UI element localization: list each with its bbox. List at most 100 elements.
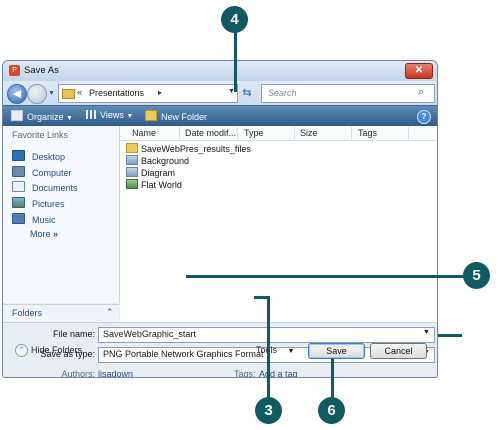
desktop-icon — [12, 150, 25, 161]
list-item[interactable]: Background — [126, 155, 189, 166]
column-header-row: Name Date modif... Type Size Tags — [120, 126, 437, 141]
more-label: More — [30, 229, 51, 239]
callout-3: 3 — [255, 397, 282, 424]
file-name-label: File name: — [52, 329, 95, 339]
column-date-modified[interactable]: Date modif... — [185, 128, 236, 138]
sidebar-item-desktop[interactable]: Desktop — [12, 150, 65, 162]
views-label: Views — [100, 110, 124, 120]
folders-toggle[interactable]: Folders ⌃ — [3, 304, 119, 323]
column-divider[interactable] — [237, 127, 238, 139]
chevron-up-icon[interactable]: ⌃ — [15, 344, 28, 357]
sidebar-item-computer[interactable]: Computer — [12, 166, 72, 178]
more-links[interactable]: More » — [30, 229, 58, 239]
music-icon — [12, 213, 25, 224]
callout-6-line-top — [331, 358, 334, 398]
views-icon — [86, 110, 96, 119]
image-icon — [126, 167, 138, 177]
organize-dropdown-icon: ▼ — [66, 115, 73, 122]
address-bar[interactable]: « Presentations ▸ ▼ — [58, 84, 238, 103]
file-name-value[interactable]: SaveWebGraphic_start — [103, 329, 196, 339]
new-folder-icon — [145, 110, 157, 121]
pictures-icon — [12, 197, 25, 208]
column-divider[interactable] — [351, 127, 352, 139]
organize-menu[interactable]: Organize ▼ — [11, 110, 73, 122]
column-tags[interactable]: Tags — [358, 128, 377, 138]
list-item[interactable]: Flat World — [126, 179, 182, 190]
file-name: Background — [141, 156, 190, 166]
file-name-dropdown-icon[interactable]: ▼ — [423, 329, 430, 336]
tools-dropdown-icon: ▼ — [287, 348, 295, 355]
command-bar: Organize ▼ Views ▼ New Folder ? — [3, 105, 437, 127]
breadcrumb-arrow-icon[interactable]: ▸ — [158, 88, 162, 97]
sidebar-item-label: Music — [32, 215, 56, 225]
authors-label: Authors: — [61, 369, 95, 378]
computer-icon — [12, 166, 25, 177]
navigation-bar: ◀ ▼ « Presentations ▸ ▼ ⇆ Search ⌕ — [3, 81, 437, 105]
column-type[interactable]: Type — [244, 128, 264, 138]
chevron-up-icon: ⌃ — [106, 307, 114, 317]
help-icon[interactable]: ? — [417, 110, 431, 124]
callout-5-line-top — [186, 275, 464, 278]
list-item[interactable]: SaveWebPres_results_files — [126, 143, 251, 154]
sidebar-item-label: Pictures — [32, 199, 65, 209]
sidebar-item-label: Documents — [32, 183, 78, 193]
file-name: SaveWebPres_results_files — [141, 144, 251, 154]
close-button[interactable]: ✕ — [405, 63, 433, 79]
sidebar-item-label: Desktop — [32, 152, 66, 162]
column-divider[interactable] — [294, 127, 295, 139]
address-chevron[interactable]: « — [77, 87, 82, 97]
folders-label: Folders — [12, 308, 43, 318]
refresh-icon[interactable]: ⇆ — [238, 85, 256, 101]
column-size[interactable]: Size — [300, 128, 318, 138]
title-bar: P Save As ✕ — [3, 61, 437, 81]
sidebar-item-documents[interactable]: Documents — [12, 181, 78, 193]
tags-label: Tags: — [234, 369, 256, 378]
search-input[interactable]: Search ⌕ — [261, 84, 435, 103]
sidebar-item-music[interactable]: Music — [12, 213, 56, 225]
callout-3-line-h-top — [254, 296, 269, 299]
forward-button[interactable] — [27, 84, 47, 104]
documents-icon — [12, 181, 25, 192]
callout-4: 4 — [221, 6, 248, 33]
recent-pages-dropdown-icon[interactable]: ▼ — [48, 90, 55, 97]
callout-4-line-top — [234, 33, 237, 92]
search-icon[interactable]: ⌕ — [418, 86, 424, 99]
address-breadcrumb[interactable]: Presentations — [89, 88, 144, 98]
save-type-value[interactable]: PNG Portable Network Graphics Format — [103, 349, 264, 359]
callout-3-line-top — [267, 296, 270, 398]
powerpoint-icon: P — [9, 65, 20, 76]
organize-icon — [11, 110, 23, 121]
save-as-dialog: P Save As ✕ ◀ ▼ « Presentations ▸ ▼ ⇆ Se… — [2, 60, 438, 378]
column-divider[interactable] — [408, 127, 409, 139]
image-icon — [126, 155, 138, 165]
window-title: Save As — [24, 65, 59, 76]
callout-6: 6 — [318, 397, 345, 424]
column-divider[interactable] — [179, 127, 180, 139]
favorite-links-heading: Favorite Links — [12, 130, 69, 140]
tools-menu[interactable]: Tools ▼ — [256, 345, 294, 355]
search-placeholder: Search — [268, 88, 297, 98]
organize-label: Organize — [27, 112, 64, 122]
more-chevron-icon: » — [53, 229, 59, 239]
file-name: Diagram — [141, 168, 176, 178]
tags-value[interactable]: Add a tag — [259, 369, 298, 377]
list-item[interactable]: Diagram — [126, 167, 175, 178]
authors-value[interactable]: lisadown — [98, 369, 133, 377]
file-name: Flat World — [141, 180, 182, 190]
hide-folders-button[interactable]: Hide Folders — [31, 345, 82, 355]
new-folder-button[interactable]: New Folder — [145, 110, 207, 122]
new-folder-label: New Folder — [161, 112, 208, 122]
views-dropdown-icon: ▼ — [126, 113, 134, 120]
folder-icon — [62, 89, 75, 99]
callout-5: 5 — [463, 262, 490, 289]
save-button[interactable]: Save — [308, 343, 365, 359]
file-list: Name Date modif... Type Size Tags SaveWe… — [120, 126, 437, 322]
back-button[interactable]: ◀ — [7, 84, 27, 104]
navigation-pane: Favorite Links Desktop Computer Document… — [3, 126, 120, 323]
views-menu[interactable]: Views ▼ — [86, 110, 133, 120]
column-name[interactable]: Name — [132, 128, 156, 138]
sidebar-item-label: Computer — [32, 168, 72, 178]
sidebar-item-pictures[interactable]: Pictures — [12, 197, 65, 209]
cancel-button[interactable]: Cancel — [370, 343, 427, 359]
folder-icon — [126, 143, 138, 153]
